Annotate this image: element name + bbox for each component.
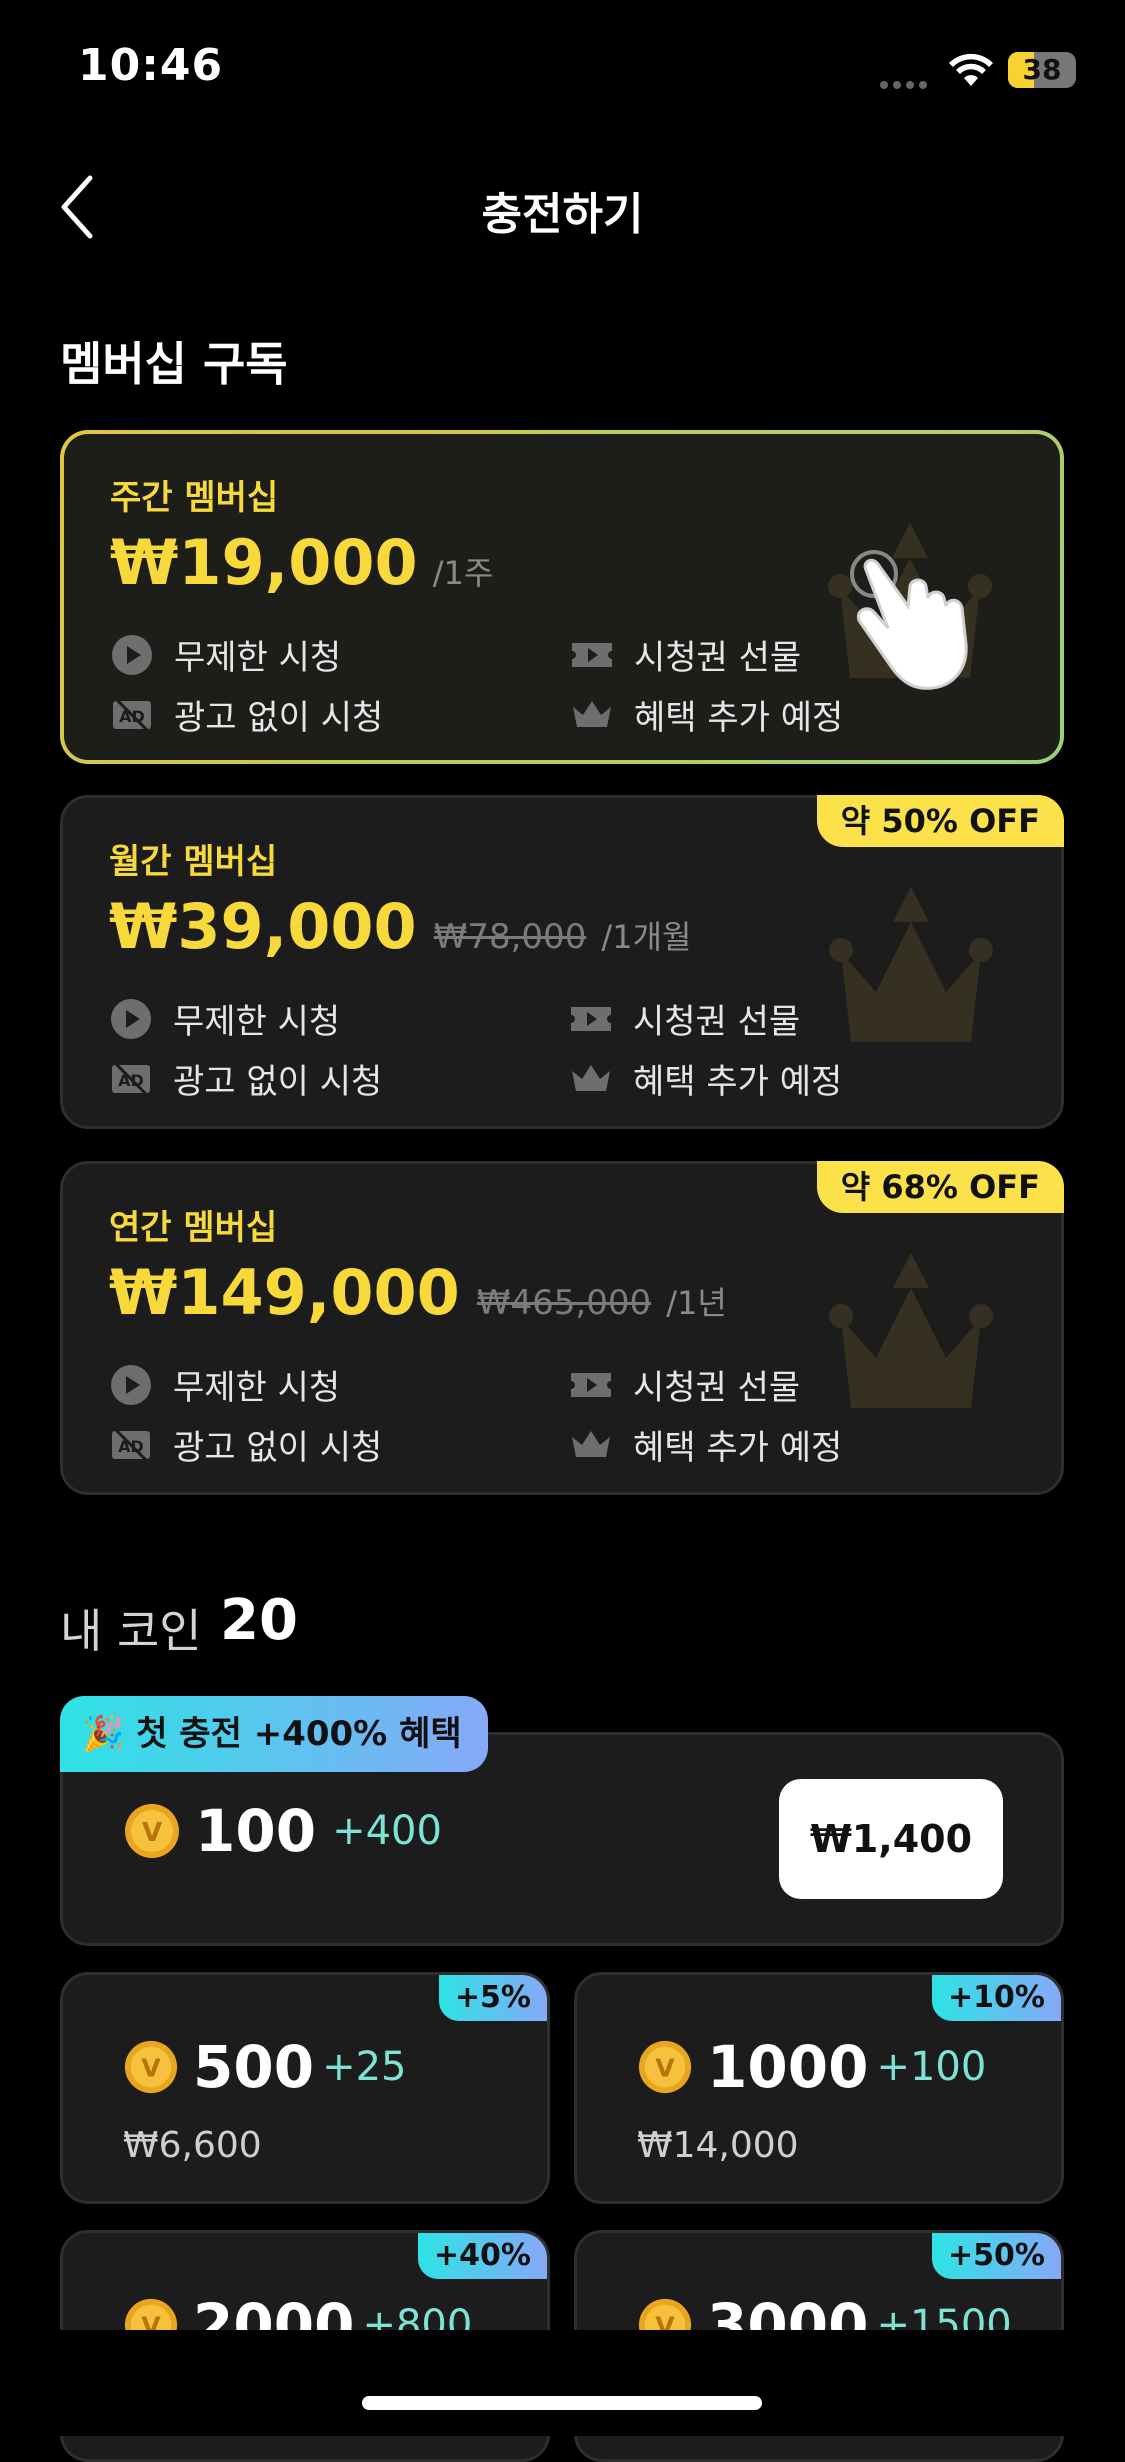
feature-unlimited: 무제한 시청 — [109, 1360, 340, 1409]
bonus-tag: +5% — [438, 1975, 547, 2021]
crown-watermark-icon — [829, 1253, 993, 1408]
no-ads-icon: AD — [111, 1059, 151, 1098]
coin-amount: 1000 — [707, 2033, 869, 2101]
coin-icon: V — [124, 2040, 178, 2094]
plan-period: /1개월 — [601, 918, 692, 956]
coin-bonus: +100 — [876, 2044, 987, 2090]
plan-card-yearly[interactable]: 약 68% OFF 연간 멤버십 ₩149,000 ₩465,000 /1년 무… — [60, 1161, 1064, 1495]
plan-price: ₩19,000 — [110, 526, 418, 599]
plan-price: ₩149,000 — [109, 1256, 460, 1329]
battery-icon: 38 — [1008, 52, 1076, 88]
bonus-tag: +50% — [932, 2233, 1061, 2279]
pointer-hand-icon — [836, 540, 996, 704]
page-title: 충전하기 — [481, 189, 644, 240]
ticket-icon — [571, 1006, 611, 1031]
coin-bonus: +25 — [322, 2044, 407, 2090]
bonus-tag: +10% — [932, 1975, 1061, 2021]
plan-name: 연간 멤버십 — [109, 1208, 278, 1248]
coin-bonus: +400 — [332, 1808, 442, 1854]
membership-section-title: 멤버십 구독 — [60, 337, 288, 391]
bottom-safe-area — [0, 2330, 1125, 2436]
my-coins-balance: 20 — [220, 1588, 298, 1653]
plan-card-monthly[interactable]: 약 50% OFF 월간 멤버십 ₩39,000 ₩78,000 /1개월 무제… — [60, 795, 1064, 1129]
feature-gift: 시청권 선물 — [569, 1360, 800, 1409]
crown-icon — [572, 1064, 610, 1091]
feature-no-ads: AD 광고 없이 시청 — [109, 1420, 382, 1469]
pack-price: ₩14,000 — [637, 2125, 799, 2166]
plan-name: 주간 멤버십 — [110, 478, 279, 518]
my-coins-label: 내 코인 — [60, 1604, 202, 1658]
feature-more-benefits: 혜택 추가 예정 — [569, 1054, 842, 1103]
plan-price: ₩39,000 — [109, 890, 417, 963]
plan-original-price: ₩465,000 — [476, 1283, 652, 1323]
no-ads-icon: AD — [112, 695, 152, 734]
coin-pack-1000[interactable]: +10% V 1000 +100 ₩14,000 — [574, 1972, 1064, 2204]
play-icon — [111, 1364, 151, 1405]
crown-icon — [573, 700, 611, 727]
play-icon — [111, 998, 151, 1039]
plan-period: /1년 — [666, 1284, 727, 1322]
crown-icon — [572, 1430, 610, 1457]
buy-first-pack-button[interactable]: ₩1,400 — [779, 1779, 1003, 1899]
no-ads-icon: AD — [111, 1425, 151, 1464]
plan-name: 월간 멤버십 — [109, 842, 278, 882]
discount-badge: 약 50% OFF — [816, 795, 1064, 847]
first-charge-banner: 🎉 첫 충전 +400% 혜택 — [60, 1696, 488, 1772]
wifi-icon — [948, 52, 994, 92]
coin-amount: 100 — [195, 1797, 317, 1865]
feature-unlimited: 무제한 시청 — [109, 994, 340, 1043]
pack-price: ₩6,600 — [123, 2125, 262, 2166]
svg-text:V: V — [142, 1818, 162, 1848]
battery-level: 38 — [1022, 53, 1062, 86]
bonus-tag: +40% — [418, 2233, 547, 2279]
feature-unlimited: 무제한 시청 — [110, 630, 341, 679]
feature-more-benefits: 혜택 추가 예정 — [570, 690, 843, 739]
coin-icon: V — [125, 1804, 179, 1858]
coin-icon: V — [638, 2040, 692, 2094]
coin-amount: 500 — [193, 2033, 315, 2101]
feature-no-ads: AD 광고 없이 시청 — [109, 1054, 382, 1103]
home-indicator[interactable] — [362, 2396, 762, 2410]
svg-text:V: V — [655, 2054, 675, 2083]
crown-watermark-icon — [829, 887, 993, 1042]
status-time: 10:46 — [78, 40, 224, 91]
svg-text:V: V — [141, 2054, 161, 2083]
discount-badge: 약 68% OFF — [816, 1161, 1064, 1213]
plan-original-price: ₩78,000 — [433, 917, 587, 957]
feature-more-benefits: 혜택 추가 예정 — [569, 1420, 842, 1469]
feature-gift: 시청권 선물 — [570, 630, 801, 679]
ticket-icon — [571, 1372, 611, 1397]
party-popper-icon: 🎉 — [82, 1714, 125, 1754]
play-icon — [112, 634, 152, 675]
feature-no-ads: AD 광고 없이 시청 — [110, 690, 383, 739]
ticket-icon — [572, 642, 612, 667]
plan-period: /1주 — [432, 554, 494, 592]
signal-icon — [880, 74, 932, 93]
feature-gift: 시청권 선물 — [569, 994, 800, 1043]
coin-pack-500[interactable]: +5% V 500 +25 ₩6,600 — [60, 1972, 550, 2204]
